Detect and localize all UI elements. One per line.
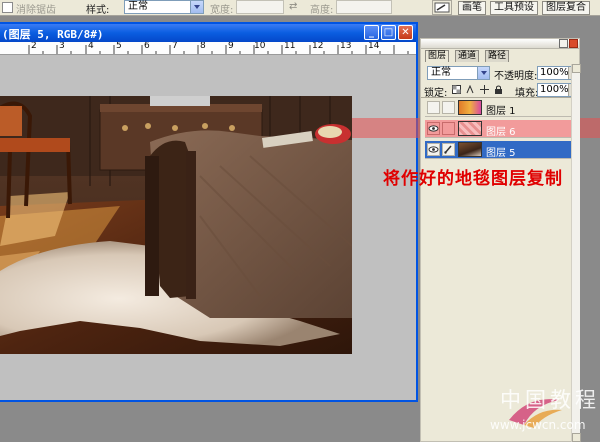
chevron-down-icon: [190, 1, 203, 13]
opacity-label: 不透明度:: [494, 71, 538, 82]
height-label: 高度:: [310, 5, 334, 16]
palette-well-icon[interactable]: [432, 0, 452, 15]
minimize-button[interactable]: _: [364, 25, 379, 40]
maximize-icon: □: [383, 27, 394, 38]
style-label: 样式:: [86, 5, 110, 16]
brush-icon: [444, 145, 452, 154]
height-field[interactable]: [336, 0, 392, 14]
minimize-icon: _: [369, 27, 374, 38]
scroll-up-button[interactable]: [572, 64, 581, 73]
lock-all-icon[interactable]: [494, 85, 503, 94]
lock-transparent-icon[interactable]: [452, 85, 461, 94]
tab-brushes[interactable]: 画笔: [458, 1, 486, 15]
layer-row[interactable]: 图层 1: [425, 99, 571, 117]
width-field[interactable]: [236, 0, 284, 14]
eye-icon: [428, 125, 439, 132]
ruler-label: 2: [31, 42, 37, 51]
swap-icon[interactable]: ⇄: [289, 1, 297, 12]
photoshop-workspace: 消除锯齿 样式: 正常 宽度: ⇄ 高度: 画笔 工具预设 图层复合 (图层 5…: [0, 0, 600, 442]
layer-link-toggle[interactable]: [442, 143, 455, 156]
width-label: 宽度:: [210, 5, 234, 16]
visibility-toggle[interactable]: [427, 101, 440, 114]
layer-thumbnail: [458, 100, 482, 115]
panel-close-button[interactable]: [569, 39, 578, 48]
eye-icon: [428, 146, 439, 153]
document-bottom-border: [0, 400, 418, 402]
style-select-value: 正常: [128, 1, 148, 12]
ruler-label: 13: [340, 42, 352, 51]
layer-thumbnail: [458, 121, 482, 136]
tab-layer-comps[interactable]: 图层复合: [542, 1, 590, 15]
layers-panel: 图层 通道 路径 正常 不透明度: 100% 锁定: 填充: 100% 图层 1…: [420, 38, 581, 442]
horizontal-ruler[interactable]: 2 3 4 5 6 7 8 9 10 11 12 13 14: [0, 42, 416, 55]
watermark-text: 中国教程网: [500, 388, 600, 412]
chevron-down-icon: [477, 67, 489, 79]
ruler-label: 9: [228, 42, 234, 51]
antialias-label: 消除锯齿: [16, 5, 56, 16]
layer-link-toggle[interactable]: [442, 101, 455, 114]
lock-image-icon[interactable]: [466, 85, 475, 94]
ruler-label: 6: [144, 42, 150, 51]
ruler-label: 12: [312, 42, 324, 51]
ruler-label: 11: [284, 42, 296, 51]
opacity-value: 100%: [540, 67, 569, 78]
visibility-toggle[interactable]: [427, 143, 440, 156]
close-icon: ✕: [401, 27, 410, 38]
panel-minimize-button[interactable]: [559, 39, 568, 48]
ruler-label: 4: [88, 42, 94, 51]
tab-tool-presets[interactable]: 工具预设: [490, 1, 538, 15]
ruler-label: 10: [254, 42, 266, 51]
layer-link-toggle[interactable]: [442, 122, 455, 135]
options-bar: 消除锯齿 样式: 正常 宽度: ⇄ 高度: 画笔 工具预设 图层复合: [0, 0, 600, 16]
ruler-label: 3: [59, 42, 65, 51]
tab-paths[interactable]: 路径: [485, 50, 510, 62]
layer-thumbnail: [458, 142, 482, 157]
antialias-checkbox[interactable]: [2, 2, 13, 13]
style-select[interactable]: 正常: [124, 0, 204, 14]
layer-name: 图层 5: [486, 148, 516, 159]
document-titlebar[interactable]: (图层 5, RGB/8#) _ □ ✕: [0, 24, 416, 42]
layers-panel-tabs: 图层 通道 路径: [421, 50, 579, 62]
ruler-label: 8: [200, 42, 206, 51]
site-watermark: 中国教程网 www.jcwcn.com: [468, 384, 600, 440]
ruler-label: 7: [172, 42, 178, 51]
layers-panel-titlebar[interactable]: [421, 39, 579, 49]
blend-mode-select[interactable]: 正常: [427, 66, 490, 80]
document-title: (图层 5, RGB/8#): [2, 28, 104, 41]
layer-name: 图层 6: [486, 127, 516, 138]
bedroom-scene: [0, 96, 352, 354]
layer-row[interactable]: 图层 6: [425, 120, 571, 138]
visibility-toggle[interactable]: [427, 122, 440, 135]
divider: [421, 97, 571, 98]
instruction-annotation: 将作好的地毯图层复制: [383, 169, 563, 189]
ruler-label: 5: [116, 42, 122, 51]
blend-mode-value: 正常: [431, 67, 451, 78]
lock-position-icon[interactable]: [480, 85, 489, 94]
fill-value: 100%: [540, 84, 569, 95]
maximize-button[interactable]: □: [381, 25, 396, 40]
tab-channels[interactable]: 通道: [455, 50, 480, 62]
watermark-url: www.jcwcn.com: [490, 418, 586, 432]
close-button[interactable]: ✕: [398, 25, 413, 40]
layer-name: 图层 1: [486, 106, 516, 117]
tab-layers[interactable]: 图层: [425, 50, 450, 62]
layer-row[interactable]: 图层 5: [425, 141, 571, 159]
ruler-label: 14: [368, 42, 380, 51]
canvas-image[interactable]: [0, 96, 352, 354]
